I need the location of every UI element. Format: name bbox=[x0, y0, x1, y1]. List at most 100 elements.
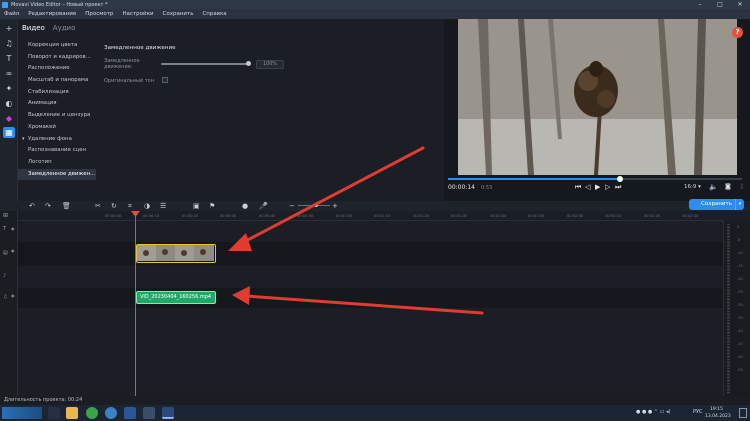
prop-scene-detection[interactable]: Распознавание сцен bbox=[18, 145, 96, 157]
speed-slider[interactable] bbox=[161, 63, 248, 65]
movavi-taskbar-icon[interactable] bbox=[162, 407, 174, 419]
ruler-tick: 00:02:10 bbox=[605, 214, 622, 218]
prop-rotate-crop[interactable]: Поворот и кадриров... bbox=[18, 52, 96, 64]
effects-icon[interactable]: ◆ bbox=[3, 113, 15, 124]
record-icon[interactable]: ● bbox=[242, 201, 248, 211]
media-icon[interactable]: ▣ bbox=[193, 201, 200, 211]
crop-icon[interactable]: ⌗ bbox=[128, 201, 132, 211]
ruler-tick: 00:01:40 bbox=[490, 214, 507, 218]
pitch-label: Оригинальный тон bbox=[104, 78, 155, 84]
stickers-icon[interactable]: ✦ bbox=[3, 83, 15, 94]
audio-clip[interactable]: VID_20230404_160256.mp4 bbox=[136, 291, 216, 304]
close-button[interactable]: ✕ bbox=[730, 0, 750, 9]
tool-strip: + ♫ T ∞ ✦ ◐ ◆ ▦ bbox=[0, 19, 18, 201]
title-bar: Movavi Video Editor – Новый проект * – □… bbox=[0, 0, 750, 9]
tray-time[interactable]: 19:15 bbox=[710, 407, 723, 412]
prop-chroma-key[interactable]: Хромакей bbox=[18, 122, 96, 134]
menu-edit[interactable]: Редактирование bbox=[28, 11, 76, 17]
ruler-tick: 00:02:30 bbox=[682, 214, 699, 218]
audio-track[interactable] bbox=[18, 288, 723, 308]
zoom-out-icon[interactable]: − bbox=[289, 201, 295, 211]
property-list: Коррекция цвета Поворот и кадриров... Ра… bbox=[18, 40, 96, 181]
redo-icon[interactable]: ↷ bbox=[45, 201, 51, 211]
menu-view[interactable]: Просмотр bbox=[85, 11, 113, 17]
menu-help[interactable]: Справка bbox=[202, 11, 226, 17]
menu-settings[interactable]: Настройки bbox=[122, 11, 153, 17]
color-adjust-icon[interactable]: ◑ bbox=[144, 201, 150, 211]
tray-language[interactable]: РУС bbox=[693, 409, 703, 415]
aspect-ratio-select[interactable]: 16:9 ▾ bbox=[684, 184, 701, 190]
transitions-icon[interactable]: ∞ bbox=[3, 68, 15, 79]
filters-icon[interactable]: ◐ bbox=[3, 98, 15, 109]
prop-zoom-pan[interactable]: Масштаб и панорама bbox=[18, 75, 96, 87]
word-icon[interactable] bbox=[124, 407, 136, 419]
ruler-tick: 00:01:00 bbox=[336, 214, 353, 218]
prop-logo[interactable]: Логотип bbox=[18, 157, 96, 169]
snapshot-icon[interactable]: ◙ bbox=[725, 182, 731, 192]
app-icon-telegram[interactable] bbox=[143, 407, 155, 419]
video-track[interactable] bbox=[18, 242, 723, 266]
titles-icon[interactable]: T bbox=[3, 53, 15, 64]
help-button[interactable]: ? bbox=[732, 27, 743, 38]
menu-save[interactable]: Сохранить bbox=[163, 11, 194, 17]
prop-animation[interactable]: Анимация bbox=[18, 98, 96, 110]
prop-color-correction[interactable]: Коррекция цвета bbox=[18, 40, 96, 52]
meter-label: -30 bbox=[737, 303, 743, 307]
more-options-icon[interactable]: ⋮ bbox=[739, 182, 745, 192]
play-icon[interactable]: ▶ bbox=[595, 182, 600, 192]
taskbar-search[interactable] bbox=[2, 407, 42, 419]
tab-video[interactable]: Видео bbox=[22, 24, 45, 32]
ruler-tick: 00:01:50 bbox=[528, 214, 545, 218]
tray-icons[interactable]: ● ● ● ⌃ ▭ ◂) bbox=[636, 409, 670, 415]
zoom-slider-handle[interactable] bbox=[314, 203, 318, 207]
panel-title: Замедленное движение bbox=[104, 45, 176, 51]
file-explorer-icon[interactable] bbox=[66, 407, 78, 419]
chrome-icon[interactable] bbox=[86, 407, 98, 419]
playhead[interactable] bbox=[135, 211, 136, 396]
task-view-icon[interactable] bbox=[48, 407, 60, 419]
skip-forward-icon[interactable]: ⏭ bbox=[615, 182, 621, 192]
next-frame-icon[interactable]: ▷ bbox=[605, 182, 610, 192]
microphone-icon[interactable]: 🎤 bbox=[259, 201, 268, 211]
ruler-tick: 00:02:00 bbox=[567, 214, 584, 218]
meter-label: -40 bbox=[737, 329, 743, 333]
app-icon-blue[interactable] bbox=[105, 407, 117, 419]
speed-input[interactable]: 100% bbox=[256, 60, 284, 69]
prop-background-removal[interactable]: Удаление фона bbox=[18, 134, 96, 146]
video-clip[interactable] bbox=[136, 244, 216, 263]
marker-icon[interactable]: ⚑ bbox=[209, 201, 215, 211]
app-icon bbox=[2, 1, 8, 8]
video-preview[interactable] bbox=[458, 19, 737, 175]
zoom-in-icon[interactable]: + bbox=[332, 201, 338, 211]
clip-properties-icon[interactable]: ☰ bbox=[160, 201, 166, 211]
prop-position[interactable]: Расположение bbox=[18, 63, 96, 75]
add-media-icon[interactable]: + bbox=[3, 23, 15, 34]
notifications-icon[interactable] bbox=[739, 408, 747, 418]
volume-icon[interactable]: 🔈 bbox=[709, 182, 718, 192]
save-dropdown-icon[interactable]: ▾ bbox=[735, 199, 744, 210]
pitch-checkbox[interactable] bbox=[162, 77, 168, 83]
cut-icon[interactable]: ✂ bbox=[95, 201, 101, 211]
add-track-icon[interactable]: ⊞ bbox=[3, 212, 21, 219]
menu-file[interactable]: Файл bbox=[4, 11, 19, 17]
tray-date[interactable]: 13.04.2023 bbox=[705, 414, 731, 419]
speed-label: Замедленное движение: bbox=[104, 58, 140, 70]
skip-back-icon[interactable]: ⏮ bbox=[575, 182, 581, 192]
maximize-button[interactable]: □ bbox=[710, 0, 730, 9]
delete-icon[interactable]: 🗑 bbox=[62, 201, 71, 211]
prop-highlight-censor[interactable]: Выделение и цензура bbox=[18, 110, 96, 122]
status-bar: Длительность проекта: 00:24 bbox=[0, 396, 750, 405]
rotate-icon[interactable]: ↻ bbox=[111, 201, 117, 211]
undo-icon[interactable]: ↶ bbox=[29, 201, 35, 211]
music-icon[interactable]: ♫ bbox=[3, 38, 15, 49]
tab-audio[interactable]: Аудио bbox=[53, 24, 76, 32]
prev-frame-icon[interactable]: ◁ bbox=[585, 182, 590, 192]
prop-slow-motion[interactable]: Замедленное движен... bbox=[18, 168, 96, 181]
speed-slider-handle[interactable] bbox=[246, 61, 251, 66]
prop-stabilization[interactable]: Стабилизация bbox=[18, 87, 96, 99]
meter-label: -25 bbox=[737, 290, 743, 294]
ruler-tick: 00:01:10 bbox=[374, 214, 391, 218]
minimize-button[interactable]: – bbox=[690, 0, 710, 9]
project-duration: Длительность проекта: 00:24 bbox=[4, 397, 83, 403]
more-tools-icon[interactable]: ▦ bbox=[3, 127, 15, 138]
